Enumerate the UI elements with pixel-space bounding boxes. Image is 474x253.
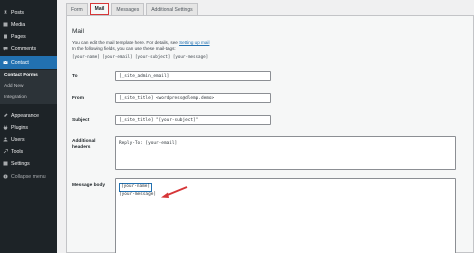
sidebar-item-label: Plugins bbox=[11, 124, 29, 131]
comment-icon bbox=[3, 46, 8, 51]
tab-additional-settings[interactable]: Additional Settings bbox=[146, 3, 198, 15]
sidebar-item-comments[interactable]: Comments bbox=[0, 42, 57, 55]
admin-sidebar: Posts Media Pages Comments Contact Conta… bbox=[0, 0, 57, 253]
from-label: From bbox=[72, 96, 84, 101]
sidebar-item-label: Collapse menu bbox=[11, 173, 46, 180]
sidebar-item-settings[interactable]: Settings bbox=[0, 157, 57, 170]
to-label: To bbox=[72, 74, 78, 79]
collapse-icon bbox=[3, 174, 8, 179]
tab-form[interactable]: Form bbox=[66, 3, 88, 15]
sidebar-item-label: Appearance bbox=[11, 112, 39, 119]
submenu-item-contact-forms[interactable]: Contact Forms bbox=[0, 70, 57, 81]
panel-heading: Mail bbox=[72, 28, 84, 35]
pin-icon bbox=[3, 10, 8, 15]
brush-icon bbox=[3, 113, 8, 118]
collapse-menu-button[interactable]: Collapse menu bbox=[0, 170, 57, 183]
to-field[interactable]: [_site_admin_email] bbox=[115, 71, 271, 81]
submenu-item-integration[interactable]: Integration bbox=[0, 92, 57, 103]
media-icon bbox=[3, 22, 8, 27]
from-field[interactable]: [_site_title] <wordpress@dlemp.demo> bbox=[115, 93, 271, 103]
sidebar-item-label: Pages bbox=[11, 33, 26, 40]
sidebar-item-label: Comments bbox=[11, 45, 37, 52]
sidebar-item-label: Posts bbox=[11, 9, 24, 16]
sidebar-item-label: Users bbox=[11, 136, 25, 143]
submenu-item-add-new[interactable]: Add New bbox=[0, 81, 57, 92]
main-content: Form Mail Messages Additional Settings M… bbox=[57, 0, 474, 253]
user-icon bbox=[3, 137, 8, 142]
sidebar-item-label: Media bbox=[11, 21, 26, 28]
settings-icon bbox=[3, 161, 8, 166]
tab-messages[interactable]: Messages bbox=[111, 3, 145, 15]
wrench-icon bbox=[3, 149, 8, 154]
annotation-arrow-icon bbox=[161, 186, 188, 198]
your-name-tag: [your-name] bbox=[119, 183, 153, 192]
sidebar-item-contact[interactable]: Contact bbox=[0, 56, 57, 69]
mail-icon bbox=[3, 60, 8, 65]
sidebar-item-label: Contact bbox=[11, 59, 29, 66]
your-message-tag: [your-message] bbox=[119, 191, 157, 197]
sidebar-item-label: Tools bbox=[11, 148, 24, 155]
additional-headers-field[interactable]: Reply-To: [your-email] bbox=[115, 136, 456, 170]
editor-tabs: Form Mail Messages Additional Settings bbox=[66, 3, 200, 15]
mail-panel: Mail You can edit the mail template here… bbox=[66, 15, 474, 253]
mail-tags: [your-name] [your-email] [your-subject] … bbox=[72, 54, 209, 59]
tab-mail[interactable]: Mail bbox=[89, 3, 110, 15]
additional-headers-label: Additional headers bbox=[72, 139, 96, 150]
sidebar-item-label: Settings bbox=[11, 160, 30, 167]
plug-icon bbox=[3, 125, 8, 130]
intro-text: You can edit the mail template here. For… bbox=[72, 40, 210, 51]
message-body-label: Message body bbox=[72, 183, 106, 188]
page-icon bbox=[3, 34, 8, 39]
subject-label: Subject bbox=[72, 118, 90, 123]
setting-up-mail-link[interactable]: Setting up mail bbox=[179, 40, 209, 45]
subject-field[interactable]: [_site_title] "[your-subject]" bbox=[115, 115, 271, 125]
